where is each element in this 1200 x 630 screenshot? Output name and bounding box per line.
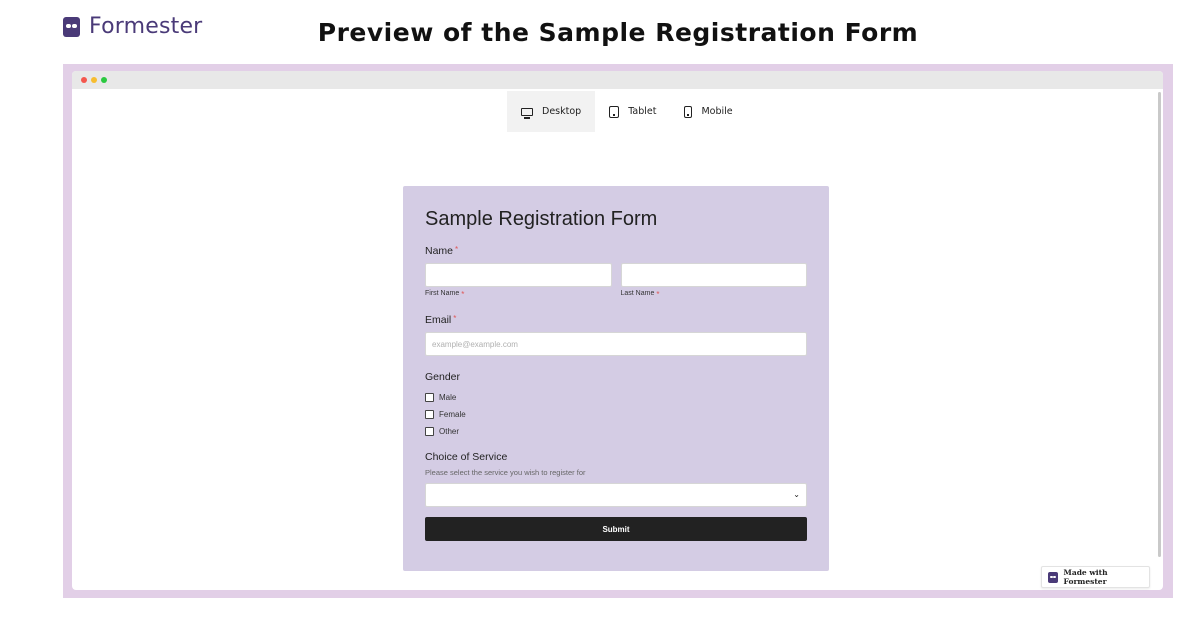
last-name-sublabel: Last Name * <box>621 290 808 299</box>
male-checkbox[interactable] <box>425 393 434 402</box>
chevron-down-icon: ⌄ <box>793 490 800 499</box>
browser-window: Desktop Tablet Mobile Sample Registratio… <box>72 71 1163 590</box>
mobile-icon <box>684 105 693 118</box>
gender-option-male[interactable]: Male <box>425 389 807 406</box>
window-minimize-dot[interactable] <box>91 77 97 83</box>
desktop-icon <box>521 107 533 119</box>
gender-label: Gender <box>425 371 461 383</box>
email-label: Email * <box>425 314 807 326</box>
tab-mobile[interactable]: Mobile <box>670 91 746 132</box>
gender-option-other[interactable]: Other <box>425 423 807 440</box>
email-placeholder: example@example.com <box>432 339 518 349</box>
service-label: Choice of Service <box>425 451 508 463</box>
gender-option-female[interactable]: Female <box>425 406 807 423</box>
made-with-formester-badge[interactable]: Made with Formester <box>1041 566 1150 588</box>
other-checkbox[interactable] <box>425 427 434 436</box>
tab-tablet-label: Tablet <box>628 106 657 117</box>
tablet-icon <box>609 105 620 118</box>
email-required-mark: * <box>453 314 457 323</box>
window-close-dot[interactable] <box>81 77 87 83</box>
service-help-text: Please select the service you wish to re… <box>425 468 586 477</box>
email-field[interactable]: example@example.com <box>425 332 807 356</box>
formester-badge-icon <box>1048 571 1058 583</box>
submit-button[interactable]: Submit <box>425 517 807 541</box>
other-label: Other <box>439 427 460 436</box>
tab-desktop[interactable]: Desktop <box>507 91 596 132</box>
male-label: Male <box>439 393 457 402</box>
form-title: Sample Registration Form <box>425 208 658 230</box>
tab-desktop-label: Desktop <box>542 106 582 117</box>
page-headline: Preview of the Sample Registration Form <box>317 18 919 47</box>
tab-tablet[interactable]: Tablet <box>595 91 670 132</box>
registration-form: Sample Registration Form Name * First Nam… <box>403 186 829 571</box>
first-name-input[interactable] <box>425 263 612 287</box>
scrollbar[interactable] <box>1158 92 1161 557</box>
first-name-sublabel-text: First Name <box>425 290 460 297</box>
first-name-sublabel: First Name * <box>425 290 612 299</box>
last-name-required-mark: * <box>656 290 660 299</box>
badge-text: Made with Formester <box>1063 568 1108 586</box>
name-label: Name * <box>425 245 807 257</box>
first-name-col: First Name * <box>425 263 612 299</box>
female-checkbox[interactable] <box>425 410 434 419</box>
name-label-text: Name <box>425 245 454 257</box>
last-name-col: Last Name * <box>620 263 808 299</box>
name-row: First Name * Last Name * <box>425 263 807 299</box>
name-required-mark: * <box>455 245 459 254</box>
email-label-text: Email <box>425 314 452 326</box>
last-name-input[interactable] <box>620 263 807 287</box>
tab-mobile-label: Mobile <box>701 106 733 117</box>
female-label: Female <box>439 410 466 419</box>
window-titlebar <box>72 71 1163 89</box>
first-name-required-mark: * <box>461 290 465 299</box>
service-select[interactable]: ⌄ <box>425 483 807 507</box>
preview-frame: Desktop Tablet Mobile Sample Registratio… <box>63 64 1173 598</box>
window-maximize-dot[interactable] <box>101 77 107 83</box>
device-tabs: Desktop Tablet Mobile <box>507 91 747 132</box>
last-name-sublabel-text: Last Name <box>620 290 655 297</box>
